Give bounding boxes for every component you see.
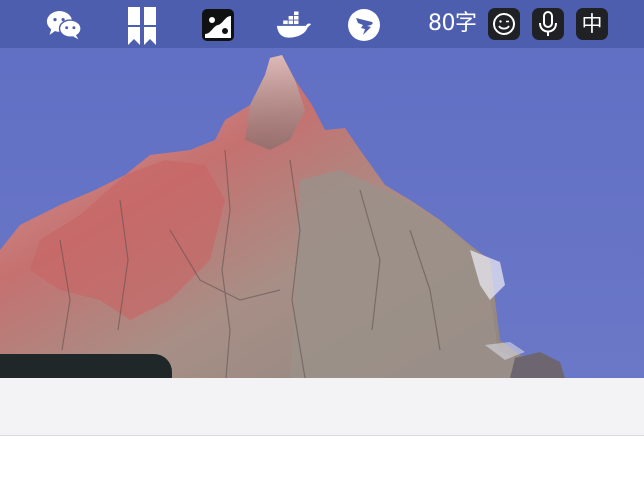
microphone-icon — [539, 11, 557, 36]
rock-peak-image — [0, 55, 565, 378]
desktop-screen: 80字 中 — [0, 0, 644, 482]
input-language-button[interactable]: 中 — [576, 8, 608, 40]
wechat-icon[interactable] — [46, 7, 82, 43]
yinyang-app-icon[interactable] — [200, 7, 236, 43]
voice-input-button[interactable] — [532, 8, 564, 40]
desktop-wallpaper — [0, 0, 644, 378]
docker-icon[interactable] — [276, 7, 312, 43]
dingtalk-icon[interactable] — [346, 7, 382, 43]
menu-bar: 80字 中 — [0, 0, 644, 48]
window-content — [0, 437, 644, 482]
bookmark-app-icon[interactable] — [124, 7, 160, 45]
emoji-button[interactable] — [488, 8, 520, 40]
window-toolbar — [0, 378, 644, 436]
input-language-label: 中 — [581, 12, 603, 36]
word-count-label: 80字 — [428, 11, 477, 36]
smiley-face-icon — [493, 13, 515, 35]
